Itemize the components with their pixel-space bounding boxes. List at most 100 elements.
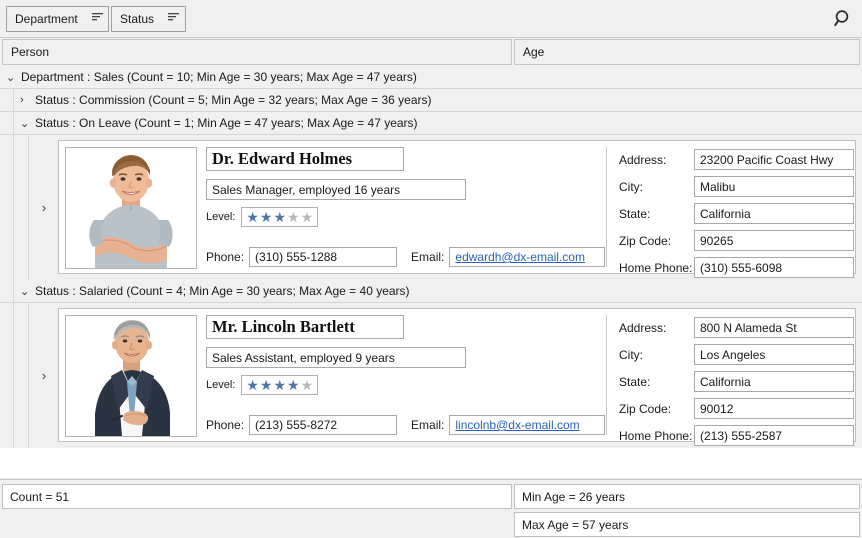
column-header-person-label: Person [11,45,50,59]
column-header-age-label: Age [523,45,545,59]
group-row-status-salaried[interactable]: ⌄ Status : Salaried (Count = 4; Min Age … [0,280,862,303]
address-label: Address: [619,320,667,335]
card-expander-button[interactable]: › [30,303,58,448]
indent-rail [0,303,14,448]
group-row-status-on-leave[interactable]: ⌄ Status : On Leave (Count = 1; Min Age … [0,112,862,135]
level-label: Level: [206,211,236,223]
city-row: City: Los Angeles [619,344,854,365]
avatar [65,315,197,437]
person-position[interactable]: Sales Manager, employed 16 years [206,179,466,200]
level-label: Level: [206,379,236,391]
star-icon[interactable]: ★ [246,378,259,392]
email-field[interactable]: lincolnb@dx-email.com [449,415,606,435]
group-chip-status[interactable]: Status [111,6,186,32]
column-header-age[interactable]: Age [514,39,860,65]
city-label: City: [619,347,643,362]
email-label: Email: [411,250,445,264]
group-chip-department[interactable]: Department [6,6,109,32]
phone-field[interactable]: (310) 555-1288 [249,247,398,267]
search-icon[interactable] [830,7,854,31]
phone-field[interactable]: (213) 555-8272 [249,415,398,435]
indent-rail [0,135,14,280]
address-label: Address: [619,152,667,167]
summary-min-age: Min Age = 26 years [514,484,860,509]
star-icon[interactable]: ★ [301,378,314,392]
indent-rail [0,280,14,302]
indent-rail [0,112,14,134]
star-icon[interactable]: ★ [273,210,286,224]
column-header-person[interactable]: Person [2,39,512,65]
group-chip-status-label: Status [120,12,155,26]
zip-row: Zip Code: 90012 [619,398,854,419]
chevron-right-icon[interactable]: › [20,94,35,106]
star-icon[interactable]: ★ [287,210,300,224]
address-field[interactable]: 23200 Pacific Coast Hwy [694,149,854,170]
home-phone-label: Home Phone: [619,260,693,275]
sort-ascending-icon[interactable] [168,12,180,26]
city-row: City: Malibu [619,176,854,197]
column-header-row: Person Age [0,39,862,65]
city-field[interactable]: Malibu [694,176,854,197]
email-group: Email: lincolnb@dx-email.com [411,415,606,435]
star-icon[interactable]: ★ [273,378,286,392]
chevron-down-icon[interactable]: ⌄ [20,117,35,130]
group-row-label: Status : Commission (Count = 5; Min Age … [35,93,432,107]
person-card[interactable]: Dr. Edward Holmes Sales Manager, employe… [58,140,856,278]
address-row: Address: 23200 Pacific Coast Hwy [619,149,854,170]
indent-rail [15,135,29,280]
star-icon[interactable]: ★ [301,210,314,224]
state-field[interactable]: California [694,371,854,392]
card-expander-button[interactable]: › [30,135,58,280]
summary-max-age: Max Age = 57 years [514,512,860,537]
person-name[interactable]: Mr. Lincoln Bartlett [206,315,404,339]
level-row: Level: ★ ★ ★ ★ ★ [206,375,319,395]
address-field[interactable]: 800 N Alameda St [694,317,854,338]
email-link[interactable]: edwardh@dx-email.com [455,250,585,264]
card-list-body[interactable]: ⌄ Department : Sales (Count = 10; Min Ag… [0,66,862,478]
group-by-panel: Department Status [0,0,862,38]
zip-field[interactable]: 90012 [694,398,854,419]
group-row-status-commission[interactable]: › Status : Commission (Count = 5; Min Ag… [0,89,862,112]
card-container: › [0,303,862,448]
group-chip-department-label: Department [15,12,78,26]
person-card[interactable]: Mr. Lincoln Bartlett Sales Assistant, em… [58,308,856,446]
email-group: Email: edwardh@dx-email.com [411,247,606,267]
indent-rail [0,89,14,111]
level-row: Level: ★ ★ ★ ★ ★ [206,207,319,227]
group-row-label: Department : Sales (Count = 10; Min Age … [21,70,417,84]
home-phone-row: Home Phone: (213) 555-2587 [619,425,854,446]
city-label: City: [619,179,643,194]
star-icon[interactable]: ★ [287,378,300,392]
state-field[interactable]: California [694,203,854,224]
sort-ascending-icon[interactable] [91,12,104,26]
state-row: State: California [619,203,854,224]
star-icon[interactable]: ★ [260,378,273,392]
phone-label: Phone: [206,250,245,264]
star-icon[interactable]: ★ [260,210,273,224]
phone-label: Phone: [206,418,245,432]
person-name[interactable]: Dr. Edward Holmes [206,147,404,171]
zip-field[interactable]: 90265 [694,230,854,251]
email-link[interactable]: lincolnb@dx-email.com [455,418,579,432]
person-position[interactable]: Sales Assistant, employed 9 years [206,347,466,368]
group-row-department-sales[interactable]: ⌄ Department : Sales (Count = 10; Min Ag… [0,66,862,89]
level-rating[interactable]: ★ ★ ★ ★ ★ [241,207,319,227]
group-row-label: Status : On Leave (Count = 1; Min Age = … [35,116,418,130]
home-phone-field[interactable]: (213) 555-2587 [694,425,854,446]
home-phone-row: Home Phone: (310) 555-6098 [619,257,854,278]
card-view-window: Department Status Person Age ⌄ Departmen… [0,0,862,538]
zip-label: Zip Code: [619,233,672,248]
group-row-label: Status : Salaried (Count = 4; Min Age = … [35,284,410,298]
city-field[interactable]: Los Angeles [694,344,854,365]
email-field[interactable]: edwardh@dx-email.com [449,247,606,267]
card-container: › [0,135,862,280]
chevron-down-icon[interactable]: ⌄ [6,71,21,84]
state-label: State: [619,374,651,389]
home-phone-field[interactable]: (310) 555-6098 [694,257,854,278]
card-divider [606,147,607,267]
summary-panel: Count = 51 Min Age = 26 years Max Age = … [0,479,862,538]
level-rating[interactable]: ★ ★ ★ ★ ★ [241,375,319,395]
star-icon[interactable]: ★ [246,210,259,224]
chevron-down-icon[interactable]: ⌄ [20,285,35,298]
state-label: State: [619,206,651,221]
